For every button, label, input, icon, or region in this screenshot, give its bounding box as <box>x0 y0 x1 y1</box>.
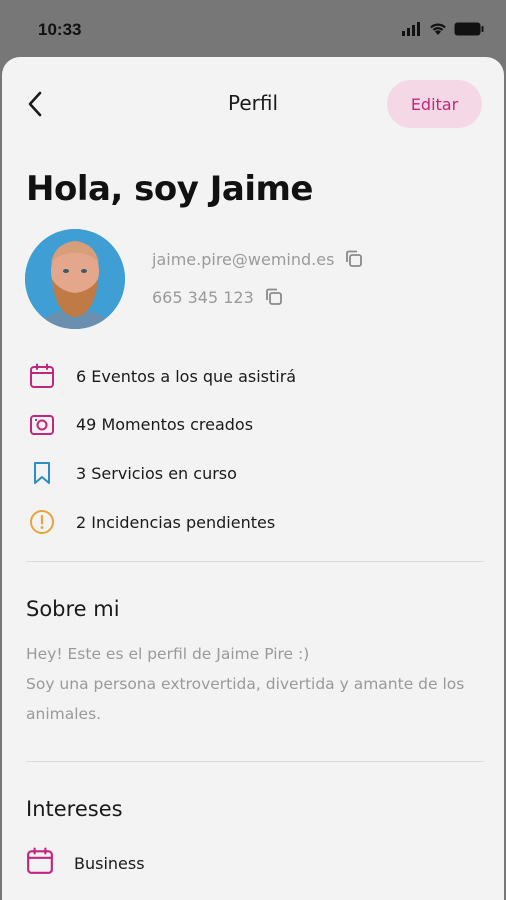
alert-icon <box>28 508 56 536</box>
email-text: jaime.pire@wemind.es <box>152 249 335 269</box>
stat-events[interactable]: 6 Eventos a los que asistirá <box>28 362 296 390</box>
status-icons <box>402 22 484 36</box>
copy-icon[interactable] <box>344 249 364 269</box>
bookmark-icon <box>28 459 56 487</box>
battery-icon <box>454 22 484 36</box>
email-row: jaime.pire@wemind.es <box>152 249 364 269</box>
stat-label: 6 Eventos a los que asistirá <box>76 366 297 386</box>
calendar-icon <box>26 847 54 879</box>
status-bar: 10:33 <box>0 0 506 58</box>
about-text: Hey! Este es el perfil de Jaime Pire :) … <box>26 639 486 729</box>
profile-sheet: Perfil Editar Hola, soy Jaime jaime.pire… <box>2 57 504 900</box>
interests-title: Intereses <box>26 797 123 821</box>
about-line: Hey! Este es el perfil de Jaime Pire :) <box>26 645 310 663</box>
phone-text: 665 345 123 <box>152 287 254 307</box>
divider <box>26 761 484 762</box>
interest-label: Business <box>74 853 145 873</box>
interest-item[interactable]: Business <box>26 847 145 879</box>
stat-label: 49 Momentos creados <box>76 414 254 434</box>
about-title: Sobre mi <box>26 597 120 621</box>
about-line: Soy una persona extrovertida, divertida … <box>26 675 465 723</box>
status-time: 10:33 <box>38 20 82 39</box>
edit-button[interactable]: Editar <box>387 80 482 128</box>
wifi-icon <box>430 23 446 35</box>
stat-moments[interactable]: 49 Momentos creados <box>28 410 253 438</box>
calendar-icon <box>28 362 56 390</box>
camera-icon <box>28 410 56 438</box>
phone-row: 665 345 123 <box>152 287 284 307</box>
stat-label: 2 Incidencias pendientes <box>76 512 276 532</box>
greeting-heading: Hola, soy Jaime <box>26 169 314 209</box>
copy-icon[interactable] <box>264 287 284 307</box>
stat-incidents[interactable]: 2 Incidencias pendientes <box>28 508 275 536</box>
stat-label: 3 Servicios en curso <box>76 463 237 483</box>
stat-services[interactable]: 3 Servicios en curso <box>28 459 237 487</box>
signal-icon <box>402 22 420 36</box>
divider <box>26 561 484 562</box>
avatar <box>25 229 125 329</box>
